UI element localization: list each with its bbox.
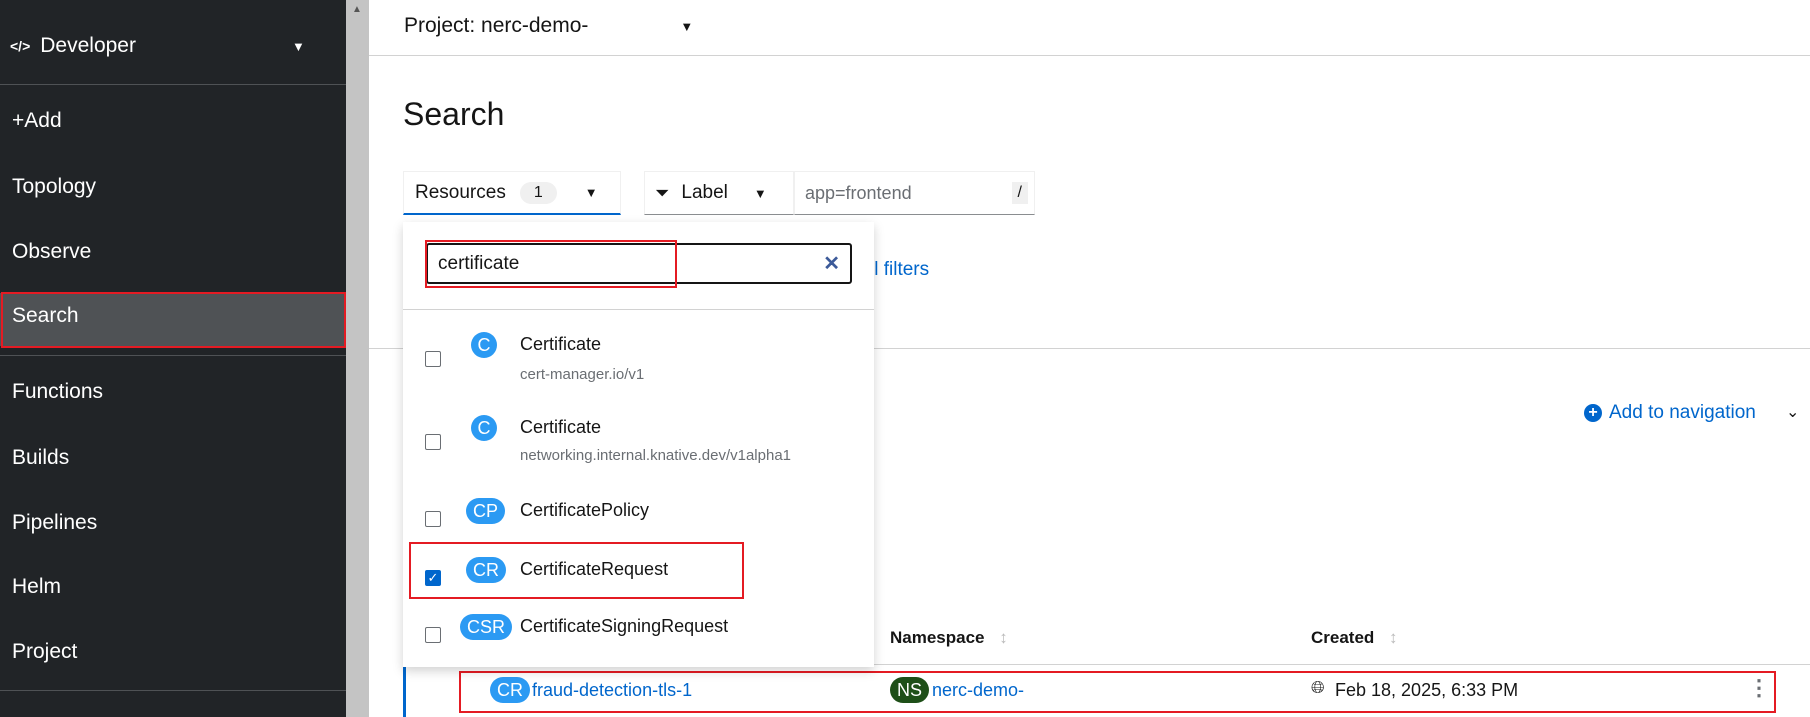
label-input[interactable]: app=frontend / bbox=[794, 171, 1035, 215]
resources-dropdown-menu: certificate ✕ C Certificate cert-manager… bbox=[403, 222, 874, 667]
resource-option[interactable]: CSR CertificateSigningRequest bbox=[403, 610, 874, 660]
resource-badge: C bbox=[471, 415, 497, 441]
filter-icon: ⏷ bbox=[655, 182, 670, 203]
label-filter-toggle[interactable]: ⏷ Label ▼ bbox=[644, 171, 794, 215]
caret-down-icon: ▼ bbox=[292, 38, 305, 54]
globe-icon: 🌐︎ bbox=[1311, 678, 1325, 697]
column-header-created[interactable]: Created ↕ bbox=[1311, 628, 1398, 648]
resource-option[interactable]: CP CertificatePolicy bbox=[403, 494, 874, 544]
divider bbox=[0, 84, 346, 85]
shortcut-hint: / bbox=[1011, 182, 1028, 204]
column-label: Created bbox=[1311, 628, 1375, 647]
perspective-switcher[interactable]: </> Developer ▼ bbox=[10, 34, 340, 58]
label-input-placeholder: app=frontend bbox=[805, 182, 912, 203]
resource-badge: C bbox=[471, 332, 497, 358]
sidebar-item-topology[interactable]: Topology bbox=[12, 175, 96, 199]
resource-group: networking.internal.knative.dev/v1alpha1 bbox=[520, 447, 792, 464]
resource-name: Certificate bbox=[520, 334, 602, 354]
resource-search-input[interactable]: certificate ✕ bbox=[426, 243, 852, 284]
resource-option-selected[interactable]: ✓ CR CertificateRequest bbox=[403, 553, 874, 603]
add-to-navigation-button[interactable]: + Add to navigation bbox=[1584, 402, 1756, 424]
caret-down-icon: ▼ bbox=[584, 185, 598, 200]
scrollbar[interactable]: ▲ bbox=[346, 0, 369, 717]
sidebar-item-builds[interactable]: Builds bbox=[12, 446, 69, 470]
resource-name-link[interactable]: fraud-detection-tls-1 bbox=[532, 680, 692, 701]
resources-label: Resources bbox=[415, 181, 506, 203]
resource-name: Certificate bbox=[520, 417, 602, 437]
resources-count-badge: 1 bbox=[519, 181, 557, 204]
column-label: Namespace bbox=[890, 628, 985, 647]
resource-name: CertificateSigningRequest bbox=[520, 616, 729, 636]
resource-group: cert-manager.io/v1 bbox=[520, 366, 645, 383]
sidebar-item-add[interactable]: +Add bbox=[12, 109, 62, 133]
clear-icon[interactable]: ✕ bbox=[823, 251, 840, 276]
checkbox[interactable] bbox=[425, 351, 441, 367]
resource-option[interactable]: C Certificate cert-manager.io/v1 bbox=[403, 322, 874, 402]
sidebar-item-helm[interactable]: Helm bbox=[12, 575, 61, 599]
plus-circle-icon: + bbox=[1584, 404, 1602, 422]
caret-down-icon: ▼ bbox=[680, 18, 694, 34]
resource-name: CertificatePolicy bbox=[520, 500, 650, 520]
divider bbox=[0, 690, 346, 691]
sidebar: </> Developer ▼ +Add Topology Observe Se… bbox=[0, 0, 346, 717]
created-timestamp: Feb 18, 2025, 6:33 PM bbox=[1335, 680, 1519, 700]
namespace-link[interactable]: nerc-demo- bbox=[932, 680, 1032, 701]
divider bbox=[403, 309, 874, 310]
sidebar-item-project[interactable]: Project bbox=[12, 640, 77, 664]
resource-badge: CSR bbox=[460, 614, 513, 640]
sort-icon: ↕ bbox=[1389, 628, 1398, 647]
resource-option[interactable]: C Certificate networking.internal.knativ… bbox=[403, 405, 874, 485]
checkbox[interactable] bbox=[425, 511, 441, 527]
project-selector[interactable]: Project: nerc-demo- ▼ bbox=[404, 14, 693, 38]
page-title: Search bbox=[403, 96, 505, 132]
sidebar-item-search[interactable]: Search bbox=[12, 304, 79, 328]
column-header-namespace[interactable]: Namespace ↕ bbox=[890, 628, 1008, 648]
resources-toggle[interactable]: Resources 1 ▼ bbox=[403, 171, 621, 215]
add-to-navigation-label: Add to navigation bbox=[1609, 402, 1756, 423]
checkbox-checked[interactable]: ✓ bbox=[425, 570, 441, 586]
kebab-menu-icon[interactable]: ⋮ bbox=[1748, 675, 1770, 701]
sort-icon: ↕ bbox=[999, 628, 1008, 647]
checkbox[interactable] bbox=[425, 434, 441, 450]
code-icon: </> bbox=[10, 38, 31, 54]
sidebar-item-pipelines[interactable]: Pipelines bbox=[12, 511, 97, 535]
clear-all-filters-link[interactable]: ll filters bbox=[870, 259, 929, 281]
scroll-up-icon[interactable]: ▲ bbox=[352, 4, 362, 15]
namespace-badge: NS bbox=[890, 677, 930, 703]
project-label: Project: nerc-demo- bbox=[404, 14, 589, 37]
resource-badge: CP bbox=[466, 498, 506, 524]
label-toggle-text: Label bbox=[681, 182, 728, 203]
divider bbox=[0, 355, 346, 356]
caret-down-icon: ▼ bbox=[753, 185, 767, 201]
sidebar-item-observe[interactable]: Observe bbox=[12, 240, 91, 264]
resource-badge: CR bbox=[466, 557, 506, 583]
resource-name: CertificateRequest bbox=[520, 559, 669, 579]
table-row: CR fraud-detection-tls-1 NS nerc-demo- 🌐… bbox=[403, 665, 1810, 717]
resource-search-value: certificate bbox=[438, 252, 520, 274]
perspective-label: Developer bbox=[40, 34, 136, 57]
resource-kind-badge: CR bbox=[490, 677, 530, 703]
sidebar-item-functions[interactable]: Functions bbox=[12, 380, 103, 404]
checkbox[interactable] bbox=[425, 627, 441, 643]
chevron-down-icon[interactable]: ⌄ bbox=[1786, 402, 1799, 422]
